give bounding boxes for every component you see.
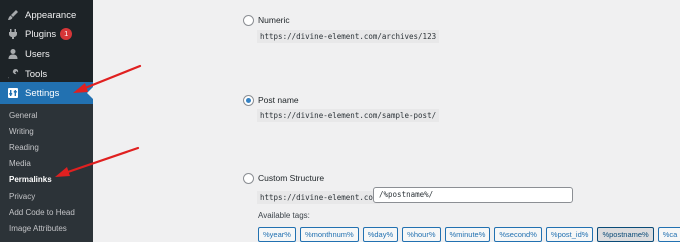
submenu-item-reading[interactable]: Reading	[9, 143, 39, 152]
numeric-label[interactable]: Numeric	[258, 15, 290, 25]
post-name-label[interactable]: Post name	[258, 95, 299, 105]
tag-hour-button[interactable]: %hour%	[402, 227, 441, 242]
plugin-icon	[6, 27, 20, 41]
menu-label: Appearance	[25, 9, 77, 21]
submenu-item-image-attributes[interactable]: Image Attributes	[9, 224, 67, 233]
menu-label: Tools	[25, 68, 48, 80]
update-count-badge: 1	[60, 28, 73, 40]
menu-item-plugins[interactable]: Plugins 1	[0, 24, 93, 44]
custom-structure-input[interactable]: /%postname%/	[373, 187, 573, 203]
custom-structure-radio[interactable]	[243, 173, 254, 184]
menu-label: Users	[25, 48, 50, 60]
tag-post-id-button[interactable]: %post_id%	[545, 227, 594, 242]
menu-label: Plugins	[25, 28, 57, 40]
paintbrush-icon	[6, 8, 20, 22]
tag-minute-button[interactable]: %minute%	[444, 227, 491, 242]
tag-category-button[interactable]: %ca	[657, 227, 680, 242]
menu-item-tools[interactable]: Tools	[0, 64, 93, 84]
numeric-radio[interactable]	[243, 15, 254, 26]
menu-item-appearance[interactable]: Appearance	[0, 5, 93, 25]
settings-submenu: General Writing Reading Media Permalinks…	[0, 104, 93, 242]
tag-monthnum-button[interactable]: %monthnum%	[299, 227, 359, 242]
settings-icon	[6, 86, 20, 100]
custom-structure-prefix: https://divine-element.com	[257, 191, 381, 204]
post-name-example-url: https://divine-element.com/sample-post/	[257, 109, 440, 122]
submenu-item-add-code-to-head[interactable]: Add Code to Head	[9, 208, 75, 217]
available-tags-list: %year% %monthnum% %day% %hour% %minute% …	[258, 227, 680, 242]
permalink-settings-panel: Numeric https://divine-element.com/archi…	[93, 0, 680, 242]
submenu-item-privacy[interactable]: Privacy	[9, 192, 35, 201]
menu-label: Settings	[25, 87, 60, 99]
tag-day-button[interactable]: %day%	[362, 227, 399, 242]
submenu-item-general[interactable]: General	[9, 111, 37, 120]
tag-second-button[interactable]: %second%	[494, 227, 542, 242]
menu-item-settings[interactable]: Settings	[0, 82, 93, 104]
post-name-radio[interactable]	[243, 95, 254, 106]
tag-year-button[interactable]: %year%	[258, 227, 296, 242]
available-tags-label: Available tags:	[258, 211, 310, 220]
wrench-icon	[6, 67, 20, 81]
user-icon	[6, 47, 20, 61]
menu-item-users[interactable]: Users	[0, 44, 93, 64]
admin-sidebar: Appearance Plugins 1 Users Tools Setting…	[0, 0, 93, 242]
submenu-item-writing[interactable]: Writing	[9, 127, 34, 136]
submenu-item-media[interactable]: Media	[9, 159, 31, 168]
numeric-example-url: https://divine-element.com/archives/123	[257, 30, 440, 43]
custom-structure-label[interactable]: Custom Structure	[258, 173, 324, 183]
submenu-item-permalinks[interactable]: Permalinks	[9, 175, 52, 184]
tag-postname-button[interactable]: %postname%	[597, 227, 654, 242]
